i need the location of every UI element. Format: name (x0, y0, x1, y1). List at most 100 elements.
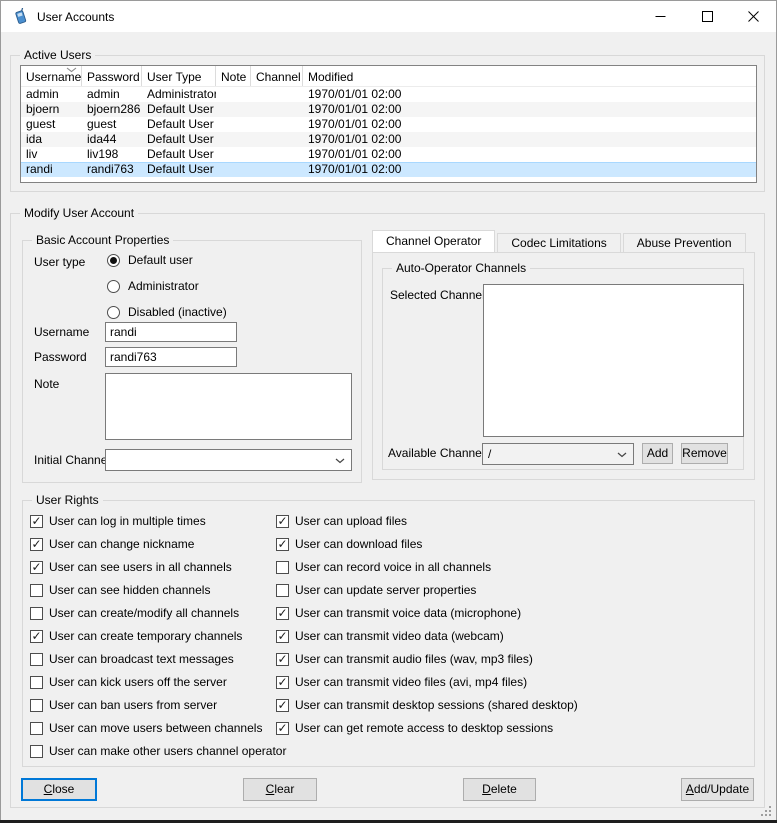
maximize-button[interactable] (690, 1, 724, 32)
radio-label[interactable]: Disabled (inactive) (128, 305, 227, 319)
checkbox[interactable] (276, 584, 289, 597)
checkbox[interactable] (276, 538, 289, 551)
initial-channel-label: Initial Channel (34, 453, 110, 468)
titlebar[interactable]: User Accounts (1, 1, 776, 32)
checkbox[interactable] (276, 630, 289, 643)
checkbox-label[interactable]: User can transmit voice data (microphone… (295, 606, 521, 621)
username-label: Username (34, 325, 89, 340)
checkbox[interactable] (30, 538, 43, 551)
checkbox-label[interactable]: User can make other users channel operat… (49, 744, 286, 759)
right-user-can-transmit-audio-files-wav-mp3-files: User can transmit audio files (wav, mp3 … (276, 652, 616, 668)
cell: guest (82, 117, 142, 132)
cell: Default User (142, 102, 216, 117)
cell: liv198 (82, 147, 142, 162)
radio-label[interactable]: Default user (128, 253, 193, 267)
initial-channel-combobox[interactable] (105, 449, 352, 471)
cell: 1970/01/01 02:00 (303, 102, 756, 117)
checkbox[interactable] (276, 676, 289, 689)
column-header-note[interactable]: Note (216, 66, 251, 86)
user-row-bjoern[interactable]: bjoernbjoern286Default User1970/01/01 02… (21, 102, 756, 117)
checkbox-label[interactable]: User can ban users from server (49, 698, 217, 713)
checkbox[interactable] (30, 584, 43, 597)
right-user-can-create-temporary-channels: User can create temporary channels (30, 629, 272, 645)
user-row-guest[interactable]: guestguestDefault User1970/01/01 02:00 (21, 117, 756, 132)
right-user-can-make-other-users-channel-operator: User can make other users channel operat… (30, 744, 272, 760)
checkbox[interactable] (30, 676, 43, 689)
add-button[interactable]: Add (642, 443, 673, 464)
selected-channels-listbox[interactable] (483, 284, 744, 437)
tab-codec-limitations[interactable]: Codec Limitations (497, 233, 620, 252)
cell: admin (21, 87, 82, 102)
checkbox-label[interactable]: User can get remote access to desktop se… (295, 721, 553, 736)
checkbox-label[interactable]: User can kick users off the server (49, 675, 227, 690)
checkbox-label[interactable]: User can see hidden channels (49, 583, 210, 598)
resize-grip[interactable] (761, 806, 773, 818)
right-user-can-broadcast-text-messages: User can broadcast text messages (30, 652, 272, 668)
user-row-liv[interactable]: livliv198Default User1970/01/01 02:00 (21, 147, 756, 162)
checkbox-label[interactable]: User can transmit video data (webcam) (295, 629, 504, 644)
column-header-channel[interactable]: Channel (251, 66, 303, 86)
tab-channel-operator[interactable]: Channel Operator (372, 230, 495, 252)
radio-disabled-inactive[interactable] (107, 306, 120, 319)
checkbox-label[interactable]: User can log in multiple times (49, 514, 206, 529)
checkbox[interactable] (30, 515, 43, 528)
checkbox[interactable] (30, 699, 43, 712)
clear-button[interactable]: Clear (243, 778, 317, 801)
cell (251, 132, 303, 147)
checkbox-label[interactable]: User can create/modify all channels (49, 606, 239, 621)
checkbox-label[interactable]: User can download files (295, 537, 422, 552)
checkbox[interactable] (30, 607, 43, 620)
checkbox-label[interactable]: User can update server properties (295, 583, 476, 598)
minimize-button[interactable] (643, 1, 677, 32)
checkbox-label[interactable]: User can move users between channels (49, 721, 262, 736)
checkbox[interactable] (276, 561, 289, 574)
cell: Default User (142, 132, 216, 147)
checkbox[interactable] (276, 699, 289, 712)
radio-default-user[interactable] (107, 254, 120, 267)
checkbox[interactable] (30, 745, 43, 758)
available-channels-combobox[interactable]: / (482, 443, 634, 465)
right-user-can-get-remote-access-to-desktop-sessions: User can get remote access to desktop se… (276, 721, 616, 737)
radio-administrator[interactable] (107, 280, 120, 293)
checkbox-label[interactable]: User can upload files (295, 514, 407, 529)
username-input[interactable] (105, 322, 237, 342)
user-row-admin[interactable]: adminadminAdministrator1970/01/01 02:00 (21, 87, 756, 102)
checkbox[interactable] (276, 607, 289, 620)
checkbox[interactable] (30, 653, 43, 666)
checkbox-label[interactable]: User can create temporary channels (49, 629, 242, 644)
selected-channels-label: Selected Channels (390, 288, 491, 303)
cell (216, 162, 251, 177)
checkbox[interactable] (276, 515, 289, 528)
delete-button[interactable]: Delete (463, 778, 536, 801)
close-button[interactable]: Close (21, 778, 97, 801)
checkbox-label[interactable]: User can broadcast text messages (49, 652, 234, 667)
checkbox[interactable] (30, 722, 43, 735)
user-row-ida[interactable]: idaida44Default User1970/01/01 02:00 (21, 132, 756, 147)
radio-label[interactable]: Administrator (128, 279, 199, 293)
tab-abuse-prevention[interactable]: Abuse Prevention (623, 233, 746, 252)
remove-button[interactable]: Remove (681, 443, 728, 464)
checkbox[interactable] (276, 653, 289, 666)
note-textarea[interactable] (105, 373, 352, 440)
cell: liv (21, 147, 82, 162)
column-header-password[interactable]: Password (82, 66, 142, 86)
cell: 1970/01/01 02:00 (303, 162, 756, 177)
checkbox-label[interactable]: User can record voice in all channels (295, 560, 491, 575)
close-window-button[interactable] (736, 1, 770, 32)
password-input[interactable] (105, 347, 237, 367)
checkbox-label[interactable]: User can transmit audio files (wav, mp3 … (295, 652, 533, 667)
checkbox-label[interactable]: User can change nickname (49, 537, 194, 552)
checkbox[interactable] (276, 722, 289, 735)
cell: Default User (142, 147, 216, 162)
checkbox[interactable] (30, 630, 43, 643)
checkbox[interactable] (30, 561, 43, 574)
active-users-table[interactable]: UsernamePasswordUser TypeNoteChannelModi… (20, 65, 757, 183)
add-update-button[interactable]: Add/Update (681, 778, 754, 801)
user-row-randi[interactable]: randirandi763Default User1970/01/01 02:0… (21, 162, 756, 177)
checkbox-label[interactable]: User can transmit video files (avi, mp4 … (295, 675, 527, 690)
checkbox-label[interactable]: User can see users in all channels (49, 560, 232, 575)
column-header-user-type[interactable]: User Type (142, 66, 216, 86)
column-header-modified[interactable]: Modified (303, 66, 756, 86)
checkbox-label[interactable]: User can transmit desktop sessions (shar… (295, 698, 578, 713)
note-label: Note (34, 377, 59, 392)
